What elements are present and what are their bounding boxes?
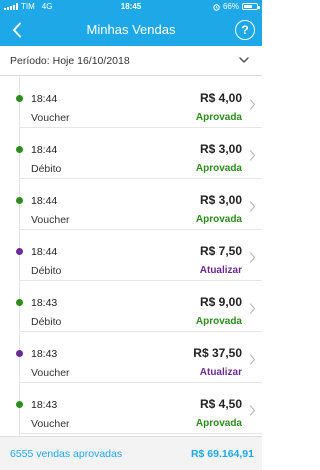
period-label: Período: Hoje 16/10/2018 [10, 55, 130, 67]
battery-percent: 66% [222, 2, 239, 11]
transaction-row[interactable]: 18:44 Voucher R$ 4,00 Aprovada [0, 77, 262, 128]
transaction-status: Atualizar [199, 265, 242, 276]
transaction-row[interactable]: 18:44 Débito R$ 3,00 Aprovada [0, 128, 262, 179]
transaction-amount: R$ 37,50 [193, 346, 242, 360]
app-header: Minhas Vendas ? [0, 14, 262, 46]
transaction-type: Voucher [31, 214, 70, 226]
status-bar: TIM 4G 18:45 66% [0, 0, 262, 14]
help-button[interactable]: ? [235, 20, 255, 40]
transaction-status: Atualizar [199, 367, 242, 378]
transaction-amount: R$ 3,00 [199, 193, 242, 207]
chevron-right-icon [249, 303, 256, 314]
transaction-row[interactable]: 18:44 Voucher R$ 3,00 Aprovada [0, 179, 262, 230]
status-dot [16, 299, 23, 306]
transaction-time: 18:44 [31, 93, 58, 105]
transaction-time: 18:43 [31, 399, 58, 411]
chevron-right-icon [249, 354, 256, 365]
transaction-status: Aprovada [195, 214, 242, 225]
row-divider [19, 433, 262, 434]
status-dot [16, 401, 23, 408]
transaction-amount: R$ 4,50 [199, 397, 242, 411]
transaction-type: Débito [31, 316, 62, 328]
period-selector[interactable]: Período: Hoje 16/10/2018 [0, 46, 262, 76]
help-icon: ? [241, 23, 249, 37]
transaction-status: Aprovada [195, 418, 242, 429]
chevron-right-icon [249, 405, 256, 416]
transaction-type: Débito [31, 163, 62, 175]
transaction-type: Débito [31, 265, 62, 277]
transaction-amount: R$ 7,50 [199, 244, 242, 258]
chevron-left-icon [13, 22, 21, 38]
transaction-amount: R$ 4,00 [199, 91, 242, 105]
battery-icon [242, 3, 260, 10]
chevron-right-icon [249, 252, 256, 263]
approved-count: 6555 vendas aprovadas [10, 448, 123, 460]
transaction-type: Voucher [31, 112, 70, 124]
transaction-type: Voucher [31, 367, 70, 379]
transaction-amount: R$ 9,00 [199, 295, 242, 309]
chevron-right-icon [249, 150, 256, 161]
transaction-time: 18:44 [31, 246, 58, 258]
status-dot [16, 95, 23, 102]
transaction-row[interactable]: 18:43 Voucher R$ 4,50 Aprovada [0, 383, 262, 434]
transaction-row[interactable]: 18:43 Débito R$ 9,00 Aprovada [0, 281, 262, 332]
status-right: 66% [213, 2, 260, 11]
transaction-type: Voucher [31, 418, 70, 430]
transaction-status: Aprovada [195, 163, 242, 174]
page-title: Minhas Vendas [86, 22, 176, 37]
transaction-status: Aprovada [195, 316, 242, 327]
transaction-status: Aprovada [195, 112, 242, 123]
chevron-right-icon [249, 99, 256, 110]
status-dot [16, 248, 23, 255]
chevron-right-icon [249, 201, 256, 212]
alarm-icon [213, 3, 220, 11]
transactions-list[interactable]: 18:44 Voucher R$ 4,00 Aprovada 18:44 Débito R$… [0, 77, 262, 435]
status-dot [16, 197, 23, 204]
approved-total: R$ 69.164,91 [190, 448, 254, 460]
transaction-time: 18:43 [31, 297, 58, 309]
back-button[interactable] [6, 18, 28, 42]
chevron-down-icon [239, 57, 249, 63]
status-dot [16, 146, 23, 153]
transaction-row[interactable]: 18:44 Débito R$ 7,50 Atualizar [0, 230, 262, 281]
summary-footer: 6555 vendas aprovadas R$ 69.164,91 [0, 436, 262, 470]
transaction-row[interactable]: 18:43 Voucher R$ 37,50 Atualizar [0, 332, 262, 383]
transaction-amount: R$ 3,00 [199, 142, 242, 156]
transaction-time: 18:44 [31, 144, 58, 156]
status-dot [16, 350, 23, 357]
transaction-time: 18:43 [31, 348, 58, 360]
transaction-time: 18:44 [31, 195, 58, 207]
